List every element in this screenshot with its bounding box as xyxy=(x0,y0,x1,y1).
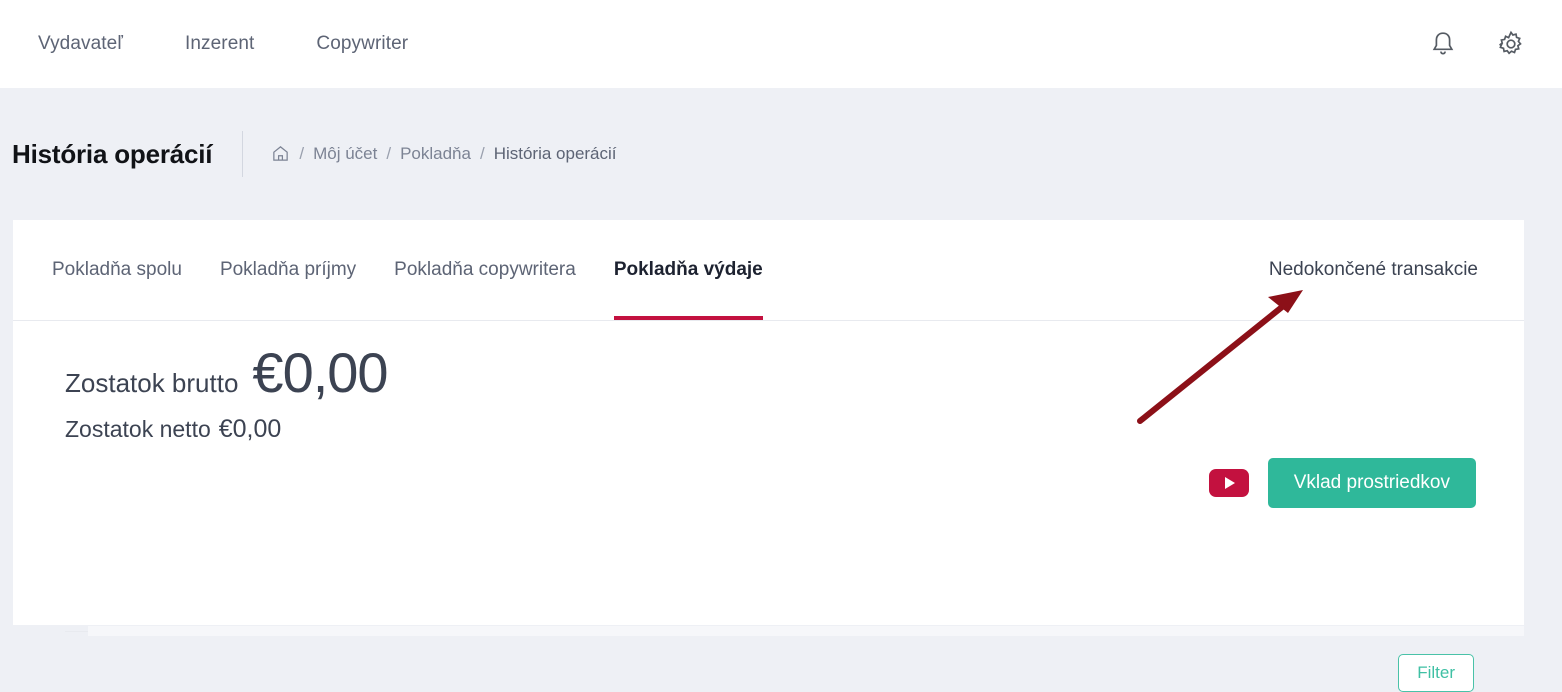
breadcrumb-separator-2: / xyxy=(386,144,392,163)
breadcrumb-item-moj-ucet[interactable]: Môj účet xyxy=(313,144,377,164)
deposit-funds-button[interactable]: Vklad prostriedkov xyxy=(1267,458,1476,508)
filter-button[interactable]: Filter xyxy=(1398,654,1474,692)
breadcrumb-item-historia-operacii: História operácií xyxy=(493,144,617,163)
balance-actions: Vklad prostriedkov xyxy=(1208,458,1476,508)
bell-icon[interactable] xyxy=(1428,29,1458,59)
top-navigation-bar: Vydavateľ Inzerent Copywriter xyxy=(0,0,1562,88)
breadcrumb: / Môj účet / Pokladňa / História operáci… xyxy=(271,144,617,164)
breadcrumb-item-pokladna[interactable]: Pokladňa xyxy=(400,144,471,164)
nav-item-inzerent[interactable]: Inzerent xyxy=(185,33,254,55)
breadcrumb-separator-1: / xyxy=(299,144,305,163)
gross-balance-row: Zostatok brutto €0,00 xyxy=(65,341,389,404)
header-divider xyxy=(242,131,244,177)
tab-pokladna-vydaje[interactable]: Pokladňa výdaje xyxy=(613,220,763,320)
tab-pokladna-prijmy[interactable]: Pokladňa príjmy xyxy=(220,220,356,320)
net-balance-value: €0,00 xyxy=(218,415,282,443)
net-balance-label: Zostatok netto xyxy=(65,416,211,442)
topbar-icon-group xyxy=(1428,0,1526,88)
youtube-play-icon[interactable] xyxy=(1208,469,1249,497)
play-triangle-icon xyxy=(1225,477,1236,489)
primary-nav: Vydavateľ Inzerent Copywriter xyxy=(38,33,470,55)
gear-icon[interactable] xyxy=(1496,29,1526,59)
nav-item-vydavatel[interactable]: Vydavateľ xyxy=(38,33,123,55)
tab-pokladna-spolu[interactable]: Pokladňa spolu xyxy=(52,220,182,320)
balance-block: Zostatok brutto €0,00 Zostatok netto €0,… xyxy=(65,341,389,444)
tab-list: Pokladňa spolu Pokladňa príjmy Pokladňa … xyxy=(52,220,801,320)
gross-balance-value: €0,00 xyxy=(252,341,388,404)
net-balance-row: Zostatok netto €0,00 xyxy=(65,415,388,444)
page-title: História operácií xyxy=(12,138,213,169)
breadcrumb-separator-3: / xyxy=(479,144,485,163)
tab-pokladna-copywritera[interactable]: Pokladňa copywritera xyxy=(394,220,576,320)
tab-strip: Pokladňa spolu Pokladňa príjmy Pokladňa … xyxy=(13,220,1524,321)
next-card-sliver xyxy=(88,626,1524,636)
home-icon[interactable] xyxy=(271,144,290,163)
nav-item-copywriter[interactable]: Copywriter xyxy=(316,33,408,55)
page-header-band: História operácií / Môj účet / Pokladňa … xyxy=(0,88,1562,220)
gross-balance-label: Zostatok brutto xyxy=(65,368,239,398)
link-nedokoncene-transakcie[interactable]: Nedokončené transakcie xyxy=(1269,259,1478,281)
main-content-card: Pokladňa spolu Pokladňa príjmy Pokladňa … xyxy=(13,220,1524,692)
